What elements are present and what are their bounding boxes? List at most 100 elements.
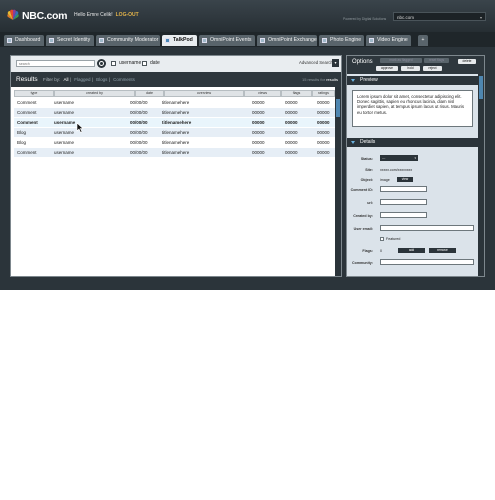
table-cell: 00/00/00 xyxy=(130,110,148,115)
top-header: NBC.com Hello Emre Celik! LOG-OUT Powered… xyxy=(0,0,495,32)
advanced-search-link[interactable]: Advanced Search xyxy=(299,60,333,65)
tab-secret-identity[interactable]: Secret Identity xyxy=(46,35,94,46)
username-checkbox[interactable] xyxy=(111,61,116,66)
results-panel: username date Advanced Search ▾ Results … xyxy=(10,55,342,277)
chevron-down-icon: ▾ xyxy=(479,15,482,20)
details-section-header[interactable]: Details xyxy=(347,138,478,147)
date-checkbox-label: date xyxy=(150,60,160,66)
table-row[interactable]: Blog username 00/00/00 titlenamehere 00000 00… xyxy=(14,138,336,147)
tab-omnipoint-events[interactable]: OmniPoint Events xyxy=(199,35,255,46)
table-cell: username xyxy=(54,100,75,105)
table-cell: username xyxy=(54,140,75,145)
site-select[interactable]: nbc.com ▾ xyxy=(393,12,486,21)
filter-all[interactable]: All xyxy=(64,77,69,82)
created-by-field[interactable] xyxy=(380,212,427,218)
status-label: Status: xyxy=(360,157,373,161)
comment-id-field[interactable] xyxy=(380,186,427,192)
column-header-views[interactable]: views xyxy=(244,90,281,97)
table-cell: 00000 xyxy=(317,150,330,155)
tab-community-moderator[interactable]: Community Moderator xyxy=(96,35,160,46)
tab-video-engine[interactable]: Video Engine xyxy=(366,35,411,46)
comment-id-label: Comment ID: xyxy=(350,188,373,192)
tab-omnipoint-exchange[interactable]: OmniPoint Exchange xyxy=(257,35,317,46)
table-cell: 00000 xyxy=(252,110,265,115)
table-row[interactable]: Comment username 00/00/00 titlenamehere 0000… xyxy=(14,108,336,117)
talkpod-icon xyxy=(165,38,170,43)
column-header-ratings[interactable]: ratings xyxy=(312,90,335,97)
advanced-search-toggle[interactable]: ▾ xyxy=(332,59,339,67)
table-cell: 00000 xyxy=(285,120,298,125)
tab-label: OmniPoint Events xyxy=(210,37,252,43)
table-row[interactable]: Comment username 00/00/00 titlenamehere 0000… xyxy=(14,98,336,107)
table-cell: 00000 xyxy=(285,140,298,145)
detail-scrollbar[interactable] xyxy=(478,74,484,276)
user-email-field[interactable] xyxy=(380,225,474,231)
brand-name[interactable]: NBC.com xyxy=(22,10,67,22)
status-select[interactable]: --- ▾ xyxy=(380,155,418,161)
filter-bar: Filter by: All | Flagged | Blogs | Comme… xyxy=(43,77,135,82)
column-header-type[interactable]: type xyxy=(14,90,54,97)
table-row[interactable]: Comment username 00/00/00 titlenamehere 0000… xyxy=(14,118,336,127)
featured-label: Featured xyxy=(386,237,401,241)
identity-icon xyxy=(49,38,54,43)
view-object-button[interactable]: view xyxy=(397,177,413,182)
logout-link[interactable]: LOG-OUT xyxy=(116,12,139,18)
table-cell: username xyxy=(54,130,75,135)
tab-talkpod[interactable]: TalkPod xyxy=(162,35,197,46)
featured-checkbox[interactable] xyxy=(380,237,384,241)
add-tab-button[interactable]: + xyxy=(418,35,428,46)
table-cell: 00000 xyxy=(252,100,265,105)
table-cell: titlenamehere xyxy=(162,120,192,125)
table-cell: 00000 xyxy=(285,100,298,105)
approve-button[interactable]: approve xyxy=(376,66,398,71)
add-flag-button[interactable]: add xyxy=(398,248,425,253)
photo-icon xyxy=(322,38,327,43)
table-cell: Comment xyxy=(17,110,37,115)
table-cell: titlenamehere xyxy=(162,130,190,135)
column-header-date[interactable]: date xyxy=(135,90,164,97)
collapse-triangle-icon xyxy=(351,141,355,144)
filter-flagged[interactable]: Flagged xyxy=(74,77,90,82)
table-cell: titlenamehere xyxy=(162,110,190,115)
reject-button[interactable]: reject xyxy=(423,66,442,71)
powered-by-text: Powered by Digital Solutions xyxy=(343,17,387,21)
filter-label: Filter by: xyxy=(43,77,61,82)
search-icon[interactable] xyxy=(97,59,106,68)
remove-flag-button[interactable]: remove xyxy=(429,248,456,253)
dashboard-icon xyxy=(7,38,12,43)
object-label: Object: xyxy=(360,178,373,182)
preview-section-header[interactable]: Preview xyxy=(347,76,478,85)
column-header-created-by[interactable]: created by xyxy=(54,90,135,97)
column-header-flags[interactable]: flags xyxy=(281,90,312,97)
table-row[interactable]: Comment username 00/00/00 titlenamehere 0000… xyxy=(14,148,336,157)
table-cell: Blog xyxy=(17,140,27,145)
scrollbar-thumb[interactable] xyxy=(336,99,340,117)
mouse-cursor-icon xyxy=(76,122,84,133)
table-cell: 00000 xyxy=(317,140,330,145)
column-header-overview[interactable]: overview xyxy=(164,90,244,97)
mark-flagged-button[interactable]: mark as flagged xyxy=(380,58,422,63)
tab-label: Secret Identity xyxy=(57,37,91,43)
filter-comments[interactable]: Comments xyxy=(113,77,135,82)
hold-button[interactable]: hold xyxy=(401,66,420,71)
delete-button[interactable]: delete xyxy=(458,59,476,64)
community-label: Community: xyxy=(352,261,373,265)
filter-blogs[interactable]: Blogs xyxy=(96,77,107,82)
events-icon xyxy=(202,38,207,43)
table-cell: titlenamehere xyxy=(162,150,190,155)
tab-photo-engine[interactable]: Photo Engine xyxy=(319,35,364,46)
community-field[interactable] xyxy=(380,259,474,265)
table-cell: username xyxy=(54,110,75,115)
tab-dashboard[interactable]: Dashboard xyxy=(4,35,44,46)
url-field[interactable] xyxy=(380,199,427,205)
table-cell: Comment xyxy=(17,150,37,155)
scrollbar-thumb[interactable] xyxy=(479,76,483,99)
table-cell: 00000 xyxy=(317,100,330,105)
reset-flags-button[interactable]: reset flags xyxy=(424,58,449,63)
date-checkbox[interactable] xyxy=(142,61,147,66)
results-scrollbar[interactable] xyxy=(335,87,341,276)
exchange-icon xyxy=(260,38,265,43)
table-cell: 00000 xyxy=(317,130,330,135)
table-row[interactable]: Blog username 00/00/00 titlenamehere 00000 00… xyxy=(14,128,336,137)
search-input[interactable] xyxy=(16,60,95,67)
